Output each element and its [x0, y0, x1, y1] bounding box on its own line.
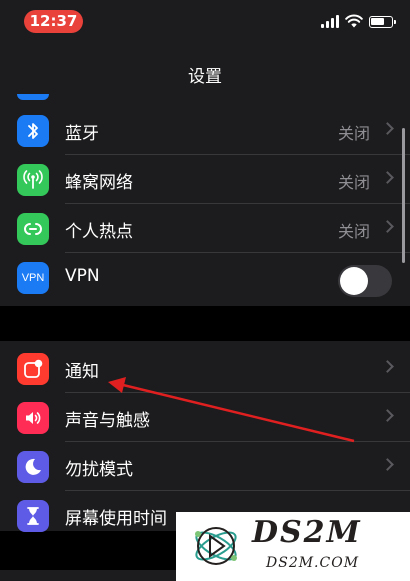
navigation-bar: 设置 [0, 48, 410, 98]
row-label: 屏幕使用时间 [65, 509, 167, 529]
personal-hotspot-icon [17, 213, 49, 245]
chevron-right-icon [381, 409, 394, 422]
page-title: 设置 [188, 67, 222, 87]
settings-row-cellular[interactable]: 蜂窝网络 关闭 [0, 155, 410, 204]
row-label: 声音与触感 [65, 411, 150, 431]
vpn-toggle[interactable] [338, 265, 392, 297]
settings-row-do-not-disturb[interactable]: 勿扰模式 [0, 442, 410, 491]
chevron-right-icon [381, 458, 394, 471]
wifi-icon [345, 14, 363, 28]
row-label: VPN [65, 266, 100, 286]
battery-level [371, 18, 384, 25]
row-label: 蓝牙 [65, 124, 99, 144]
row-value: 关闭 [337, 222, 370, 241]
row-value: 关闭 [337, 124, 370, 143]
hourglass-icon [17, 500, 49, 532]
settings-row-personal-hotspot[interactable]: 个人热点 关闭 [0, 204, 410, 253]
chevron-right-icon [381, 360, 394, 373]
cellular-signal-icon [321, 15, 341, 28]
row-label: 蜂窝网络 [65, 173, 133, 193]
watermark-site: DS2M.COM [266, 555, 360, 571]
chevron-right-icon [381, 220, 394, 233]
settings-row-bluetooth[interactable]: 蓝牙 关闭 [0, 106, 410, 155]
settings-row-vpn[interactable]: VPN VPN [0, 253, 410, 302]
row-label: 勿扰模式 [65, 460, 133, 480]
scrollbar[interactable] [402, 128, 405, 263]
row-label: 通知 [65, 362, 99, 382]
toggle-knob [340, 267, 368, 295]
settings-row-notifications[interactable]: 通知 [0, 344, 410, 393]
moon-icon [17, 451, 49, 483]
notifications-icon [17, 353, 49, 385]
vpn-icon: VPN [17, 262, 49, 294]
speaker-icon [17, 402, 49, 434]
ds2m-logo-icon [195, 527, 237, 565]
chevron-right-icon [381, 122, 394, 135]
watermark-brand: DS2M [252, 515, 362, 550]
status-time[interactable]: 12:37 [24, 10, 83, 33]
watermark: DS2M DS2M.COM [176, 512, 410, 581]
row-label: 个人热点 [65, 222, 133, 242]
wifi-icon [17, 94, 49, 100]
settings-group-connectivity: 蓝牙 关闭 蜂窝网络 关闭 个人热点 关闭 VPN VPN [0, 94, 410, 306]
cellular-antenna-icon [17, 164, 49, 196]
bluetooth-icon [17, 115, 49, 147]
row-value: 关闭 [337, 173, 370, 192]
status-bar: 12:37 [0, 0, 410, 48]
settings-group-alerts: 通知 声音与触感 勿扰模式 屏幕使用时间 [0, 341, 410, 532]
battery-icon [369, 16, 396, 28]
settings-row-sounds-haptics[interactable]: 声音与触感 [0, 393, 410, 442]
chevron-right-icon [381, 171, 394, 184]
